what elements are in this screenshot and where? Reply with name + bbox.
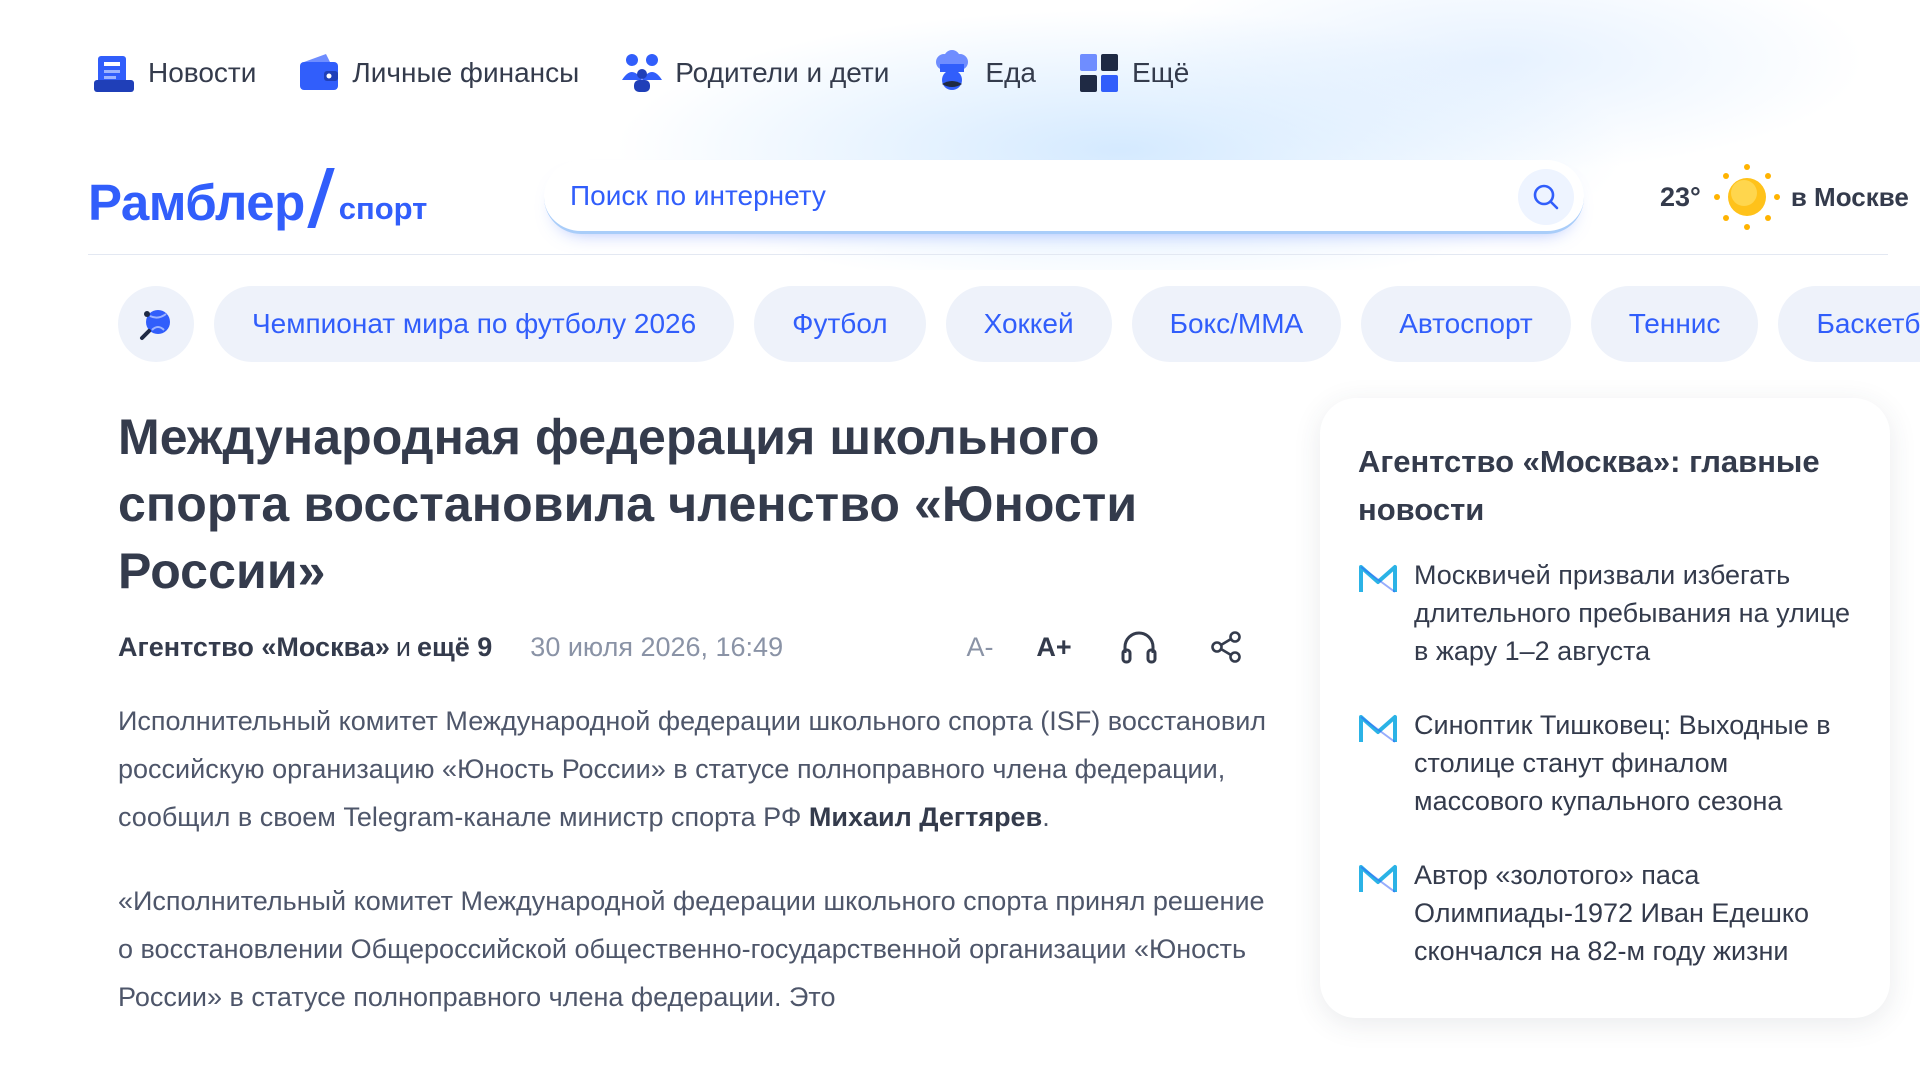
sidebar-news-item[interactable]: Москвичей призвали избегать длительного … [1358, 556, 1854, 670]
logo-sub-text: спорт [338, 191, 428, 226]
sidebar-title[interactable]: Агентство «Москва»: главные новости [1358, 438, 1854, 534]
article-date: 30 июля 2026, 16:49 [530, 631, 784, 662]
weather-city: в Москве [1790, 181, 1909, 212]
service-item-more[interactable]: Ещё [1076, 50, 1189, 96]
sport-tab-football[interactable]: Футбол [754, 286, 926, 362]
sport-tab-tennis[interactable]: Теннис [1590, 286, 1759, 362]
moscow-agency-icon [1359, 565, 1397, 593]
sidebar-news-text: Синоптик Тишковец: Выходные в столице ст… [1414, 710, 1831, 816]
logo-slash [307, 168, 335, 228]
grid-icon [1079, 54, 1118, 92]
article-title: Международная федерация школьного спорта… [118, 409, 1138, 599]
share-button[interactable] [1206, 627, 1246, 667]
sidebar-news-list: Москвичей призвали избегать длительного … [1358, 556, 1854, 970]
search-input[interactable] [570, 160, 1470, 232]
sport-tab-basketball[interactable]: Баскетбол [1778, 286, 1920, 362]
sidebar-news-item[interactable]: Автор «золотого» паса Олимпиады-1972 Ива… [1358, 856, 1854, 970]
article-paragraph: «Исполнительный комитет Международной фе… [118, 886, 1265, 1012]
more-sources-link[interactable]: ещё 9 [417, 632, 492, 663]
news-icon [94, 56, 134, 92]
sun-icon [1713, 164, 1780, 230]
search-icon [1533, 184, 1559, 210]
service-item-food[interactable]: Еда [929, 50, 1036, 96]
share-icon [1211, 631, 1241, 663]
sport-tab-world-cup[interactable]: Чемпионат мира по футболу 2026 [214, 286, 735, 362]
article-source[interactable]: Агентство «Москва» [118, 632, 390, 663]
service-item-label: Родители и дети [675, 57, 890, 88]
article-meta: Агентство «Москва» и ещё 9 30 июля 2026,… [118, 627, 1268, 667]
wallet-icon [300, 54, 339, 90]
moscow-agency-icon [1359, 715, 1397, 743]
logo-main-text: Рамблер [88, 174, 305, 231]
sport-nav: Чемпионат мира по футболу 2026 Футбол Хо… [118, 286, 1920, 362]
weather-widget[interactable]: 23° в Москве [1660, 160, 1920, 234]
sidebar-news-text: Москвичей призвали избегать длительного … [1414, 560, 1851, 666]
article-tools: A- A+ [958, 627, 1246, 667]
sport-ball-icon [140, 310, 170, 340]
article-paragraph: Исполнительный комитет Международной фед… [118, 697, 1268, 841]
font-increase-button[interactable]: A+ [1032, 627, 1076, 667]
paragraph-end: . [1042, 802, 1050, 832]
font-decrease-button[interactable]: A- [958, 627, 1002, 667]
sidebar-news-item[interactable]: Синоптик Тишковец: Выходные в столице ст… [1358, 706, 1854, 820]
service-nav: Новости Личные финансы Родители и дети Е… [92, 50, 1229, 96]
service-item-label: Еда [985, 57, 1036, 88]
family-icon [622, 54, 663, 92]
chef-icon [936, 50, 969, 90]
service-item-parents[interactable]: Родители и дети [619, 50, 889, 96]
article-source-conjunction: и [395, 631, 411, 662]
service-item-label: Ещё [1131, 57, 1190, 88]
article: Международная федерация школьного спорта… [118, 404, 1268, 1057]
rambler-sport-logo[interactable]: Рамблер спорт [88, 164, 427, 228]
sport-tab-hockey[interactable]: Хоккей [945, 286, 1112, 362]
sidebar-news-widget: Агентство «Москва»: главные новости Моск… [1320, 398, 1890, 1018]
service-item-label: Личные финансы [352, 57, 580, 88]
moscow-agency-icon [1359, 865, 1397, 893]
page: Новости Личные финансы Родители и дети Е… [0, 0, 1920, 1080]
search-button[interactable] [1518, 169, 1574, 225]
service-item-label: Новости [148, 57, 257, 88]
sport-tab-boxing-mma[interactable]: Бокс/ММА [1131, 286, 1342, 362]
search-bar [544, 160, 1584, 234]
service-item-news[interactable]: Новости [92, 50, 256, 96]
sidebar-news-text: Автор «золотого» паса Олимпиады-1972 Ива… [1414, 860, 1809, 966]
listen-button[interactable] [1116, 627, 1162, 667]
headphones-icon [1121, 631, 1157, 664]
sport-home-button[interactable] [118, 286, 194, 362]
paragraph-text: Исполнительный комитет Международной фед… [118, 706, 1267, 832]
sport-tab-motorsport[interactable]: Автоспорт [1361, 286, 1571, 362]
article-body: Исполнительный комитет Международной фед… [118, 697, 1268, 1021]
weather-temperature: 23° [1660, 181, 1701, 212]
header-divider [88, 254, 1888, 255]
service-item-finance[interactable]: Личные финансы [296, 50, 579, 96]
person-name: Михаил Дегтярев [808, 802, 1043, 832]
